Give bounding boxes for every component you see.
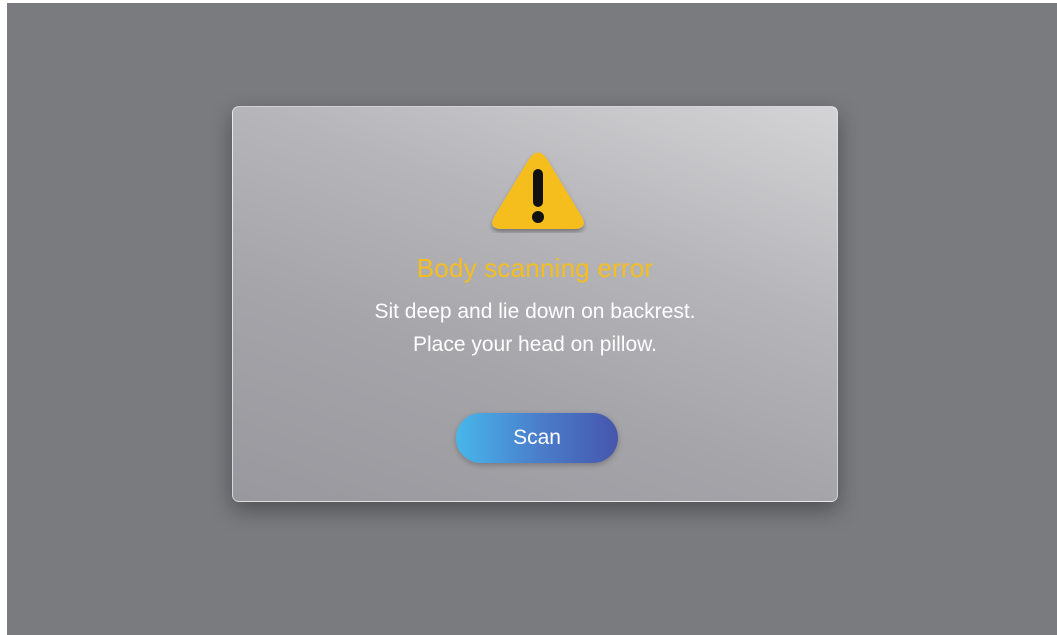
error-message-line-1: Sit deep and lie down on backrest. <box>374 300 696 323</box>
warning-icon <box>492 152 584 229</box>
screen-overlay: Body scanning error Sit deep and lie dow… <box>7 3 1057 635</box>
scan-button[interactable]: Scan <box>456 413 618 463</box>
error-title: Body scanning error <box>416 253 654 283</box>
error-dialog: Body scanning error Sit deep and lie dow… <box>232 106 838 502</box>
error-message-line-2: Place your head on pillow. <box>413 333 657 356</box>
